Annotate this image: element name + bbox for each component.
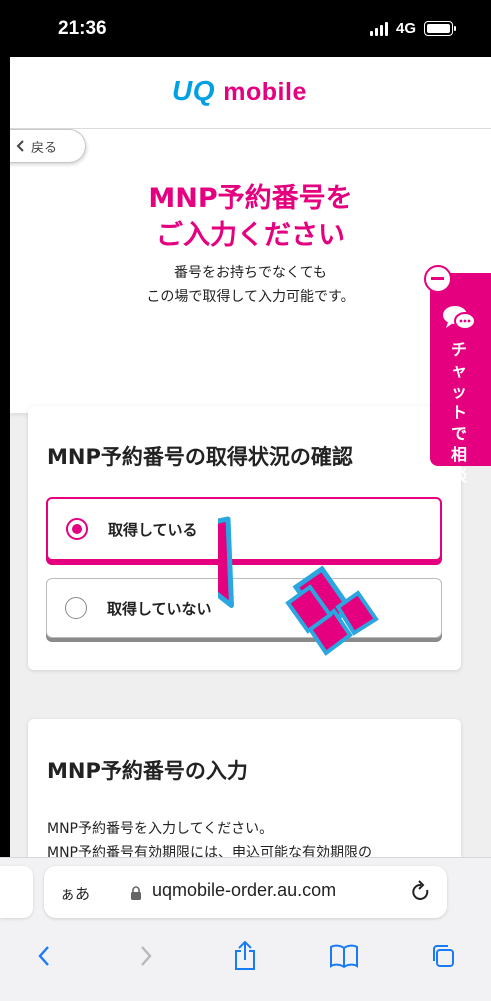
pointing-arrow-icon: [218, 516, 379, 656]
chevron-left-icon: [38, 946, 49, 966]
radio-selected-icon[interactable]: [66, 518, 88, 540]
page-subtitle: 番号をお持ちでなくても この場で取得して入力可能です。: [10, 261, 491, 309]
share-icon: [235, 941, 255, 970]
forward-nav-button[interactable]: [126, 936, 166, 976]
page-settings-button[interactable]: ぁあ: [60, 883, 90, 904]
uq-mobile-logo[interactable]: UQ mobile: [172, 75, 307, 107]
browser-bar: ぁあ uqmobile-order.au.com: [0, 857, 491, 1001]
logo-uq: UQ: [172, 75, 215, 106]
previous-tab-peek[interactable]: [0, 866, 33, 918]
bookmarks-button[interactable]: [324, 936, 364, 976]
chevron-right-icon: [141, 946, 152, 966]
status-time: 21:36: [58, 18, 107, 39]
description-line-1: MNP予約番号を入力してください。: [47, 821, 274, 837]
minimize-icon[interactable]: [424, 265, 452, 293]
hero-section: 戻る MNP予約番号を ご入力ください 番号をお持ちでなくても この場で取得して…: [10, 129, 491, 413]
address-bar[interactable]: ぁあ uqmobile-order.au.com: [44, 866, 447, 918]
chat-tab-label: チャットで相談: [450, 340, 467, 485]
back-label: 戻る: [31, 140, 58, 156]
subtitle-line-2: この場で取得して入力可能です。: [146, 289, 355, 305]
status-bar: 21:36 4G: [0, 0, 491, 57]
logo-mobile: mobile: [223, 78, 307, 106]
input-card-title: MNP予約番号の入力: [47, 759, 248, 783]
status-card-title: MNP予約番号の取得状況の確認: [47, 445, 353, 469]
browser-toolbar: [0, 936, 491, 976]
lock-icon: [131, 886, 141, 900]
chevron-left-icon: [16, 140, 24, 152]
page-title: MNP予約番号を ご入力ください: [10, 180, 491, 254]
url-text: uqmobile-order.au.com: [152, 880, 337, 900]
back-button[interactable]: 戻る: [10, 129, 86, 163]
tabs-button[interactable]: [423, 936, 463, 976]
status-indicators: 4G: [369, 20, 456, 37]
reload-icon[interactable]: [410, 880, 432, 904]
back-nav-button[interactable]: [24, 936, 64, 976]
network-type: 4G: [395, 20, 416, 37]
chat-consult-tab[interactable]: チャットで相談: [424, 265, 491, 485]
share-button[interactable]: [225, 936, 265, 976]
battery-icon: [424, 21, 456, 36]
signal-icon: [369, 21, 388, 36]
site-header: UQ mobile: [10, 57, 491, 129]
option-label: 取得していない: [107, 599, 212, 618]
subtitle-line-1: 番号をお持ちでなくても: [174, 265, 327, 281]
chat-bubble-icon: [443, 306, 476, 330]
radio-unselected-icon[interactable]: [65, 597, 87, 619]
title-line-1: MNP予約番号を: [148, 183, 353, 214]
option-label: 取得している: [108, 520, 198, 539]
title-line-2: ご入力ください: [156, 220, 345, 251]
tabs-icon: [433, 945, 454, 967]
book-icon: [330, 944, 358, 968]
